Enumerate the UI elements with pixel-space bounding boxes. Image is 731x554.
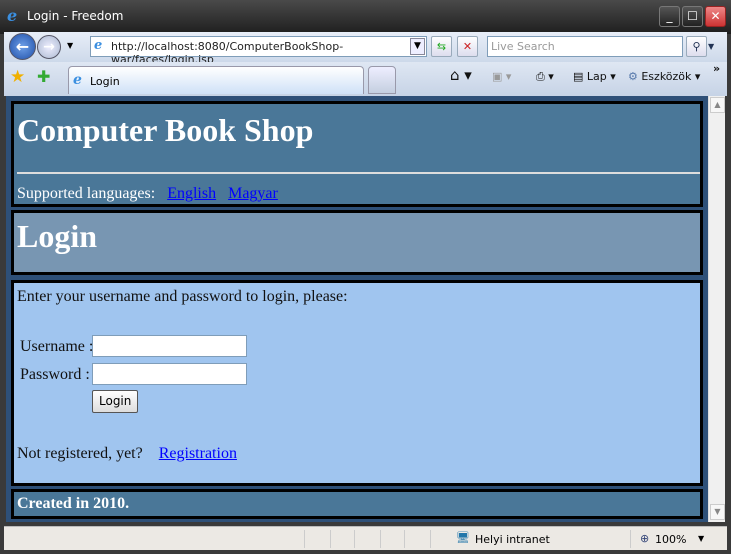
refresh-button[interactable]: ⇆ (431, 36, 452, 57)
page-menu-label: Lap (586, 70, 607, 83)
scroll-up-button[interactable]: ▲ (710, 97, 725, 113)
gear-icon: ⚙ (628, 70, 642, 83)
vertical-scrollbar[interactable]: ▲ ▼ (708, 96, 725, 522)
password-input[interactable] (92, 363, 247, 385)
login-button[interactable]: Login (92, 390, 139, 413)
divider (630, 530, 631, 548)
address-dropdown-button[interactable]: ▼ (410, 38, 425, 55)
window-title: Login - Freedom (27, 9, 124, 23)
zoom-dropdown-icon[interactable]: ▼ (698, 534, 704, 543)
chevron-more-icon[interactable]: » (713, 62, 720, 75)
status-bar: 🖥 Helyi intranet ⊕ 100% ▼ (4, 526, 727, 550)
favorites-star-icon[interactable]: ★ (10, 67, 25, 87)
forward-button[interactable]: → (37, 35, 61, 59)
minimize-button[interactable]: _ (659, 6, 680, 27)
language-link-english[interactable]: English (167, 185, 216, 202)
ie-icon: e (7, 6, 18, 25)
new-tab-button[interactable] (368, 66, 396, 94)
address-bar[interactable]: e http://localhost:8080/ComputerBookShop… (90, 36, 427, 66)
zoom-icon[interactable]: ⊕ (640, 532, 649, 545)
username-label: Username : (20, 338, 94, 355)
tab-login[interactable]: e Login (68, 66, 364, 94)
page-icon: ▤ (573, 70, 587, 83)
tab-label: Login (90, 75, 120, 88)
site-title: Computer Book Shop (17, 112, 314, 148)
security-zone: Helyi intranet (475, 533, 550, 546)
title-bar: e Login - Freedom _ ☐ ✕ (0, 0, 731, 34)
feeds-icon[interactable]: ▣ ▾ (492, 70, 511, 83)
page-title: Login (17, 218, 98, 254)
home-icon[interactable]: ⌂ ▾ (450, 66, 472, 84)
page-content: Computer Book Shop Supported languages: … (6, 96, 708, 522)
back-button[interactable]: ← (9, 33, 36, 60)
maximize-button[interactable]: ☐ (682, 6, 703, 27)
divider (304, 530, 305, 548)
search-options-icon[interactable]: ▼ (708, 42, 714, 51)
divider (430, 530, 431, 548)
history-dropdown-icon[interactable]: ▼ (67, 41, 73, 50)
divider (380, 530, 381, 548)
title-panel: Login (11, 210, 703, 275)
language-link-magyar[interactable]: Magyar (228, 185, 278, 202)
footer: Created in 2010. (11, 489, 703, 519)
site-header: Computer Book Shop Supported languages: … (11, 101, 703, 207)
zoom-level[interactable]: 100% (655, 533, 686, 546)
divider (354, 530, 355, 548)
divider (17, 172, 700, 174)
close-button[interactable]: ✕ (705, 6, 726, 27)
divider (330, 530, 331, 548)
login-form: Enter your username and password to logi… (11, 280, 703, 486)
page-menu[interactable]: ▤ Lap ▾ (573, 70, 616, 83)
intro-text: Enter your username and password to logi… (17, 288, 348, 305)
print-icon[interactable]: ⎙ ▾ (536, 70, 554, 84)
search-icon[interactable]: ⚲ (686, 36, 707, 57)
registration-row: Not registered, yet? Registration (17, 445, 237, 463)
not-registered-text: Not registered, yet? (17, 445, 143, 462)
tab-bar: ★ ✚ e Login ⌂ ▾ ▣ ▾ ⎙ ▾ ▤ Lap ▾ ⚙ Eszköz… (4, 62, 727, 96)
password-label: Password : (20, 366, 90, 383)
languages-label: Supported languages: (17, 185, 156, 202)
tools-menu[interactable]: ⚙ Eszközök ▾ (628, 70, 700, 83)
username-input[interactable] (92, 335, 247, 357)
tools-menu-label: Eszközök (641, 70, 692, 83)
search-input[interactable]: Live Search (487, 36, 683, 57)
footer-text: Created in 2010. (17, 495, 130, 512)
divider (404, 530, 405, 548)
search-placeholder: Live Search (491, 40, 555, 53)
intranet-zone-icon: 🖥 (456, 531, 470, 544)
navigation-bar: ← → ▼ e http://localhost:8080/ComputerBo… (4, 32, 727, 66)
scroll-down-button[interactable]: ▼ (710, 504, 725, 520)
stop-button[interactable]: ✕ (457, 36, 478, 57)
registration-link[interactable]: Registration (159, 445, 237, 462)
page-icon: e (73, 72, 82, 88)
language-selector: Supported languages: English Magyar (17, 185, 278, 203)
add-favorite-icon[interactable]: ✚ (37, 67, 50, 86)
page-icon: e (94, 38, 103, 53)
